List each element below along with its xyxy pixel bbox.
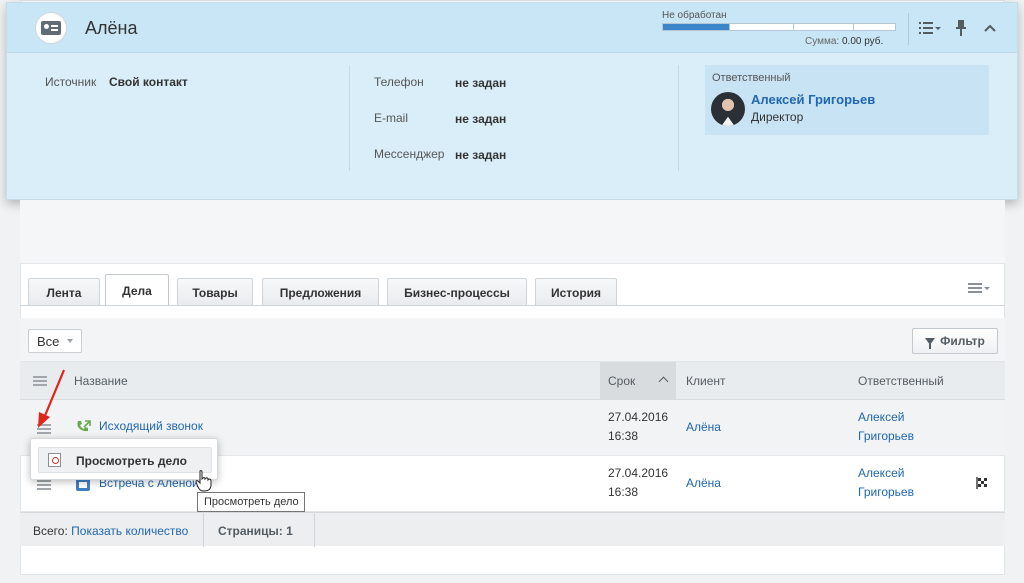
responsible-first-name: Алексей [858, 466, 905, 480]
header-spacer [20, 200, 1005, 264]
column-title[interactable]: Название [74, 374, 128, 388]
deadline-date: 27.04.2016 [608, 410, 669, 424]
chevron-up-icon [984, 24, 996, 32]
tab-business-processes[interactable]: Бизнес-процессы [387, 278, 527, 306]
client-link[interactable]: Алёна [686, 476, 721, 490]
pages-value[interactable]: 1 [286, 524, 293, 538]
phone-outgoing-icon [77, 420, 91, 432]
funnel-icon [925, 337, 936, 349]
list-menu-icon [919, 22, 941, 34]
list-menu-icon [968, 283, 990, 293]
total-count: Всего: Показать количество [33, 524, 188, 538]
show-count-link[interactable]: Показать количество [71, 524, 188, 538]
activity-deadline: 27.04.2016 16:38 [608, 464, 668, 502]
tabs-settings-button[interactable] [968, 282, 992, 296]
menu-item-label: Просмотреть дело [76, 454, 187, 468]
responsible-last-name: Григорьев [858, 485, 914, 499]
tab-activities[interactable]: Дела [105, 274, 169, 306]
list-toolbar: Все Фильтр [20, 318, 1005, 362]
pin-icon [956, 20, 966, 36]
responsible-title: Ответственный [712, 72, 791, 84]
responsible-last-name: Григорьев [858, 429, 914, 443]
header-title-bar: Алёна Не обработан Сумма: 0.00 руб. [7, 3, 1017, 53]
menu-item-view-activity[interactable]: Просмотреть дело [38, 447, 212, 473]
activity-list: Все Фильтр Название Срок Клиент Ответств… [20, 318, 1005, 548]
pin-button[interactable] [950, 18, 972, 38]
complete-flag-icon[interactable] [976, 477, 988, 489]
activity-title-link[interactable]: Исходящий звонок [99, 419, 203, 433]
row-menu-icon[interactable] [37, 480, 51, 490]
responsible-first-name: Алексей [858, 410, 905, 424]
column-deadline[interactable]: Срок [608, 374, 635, 388]
deadline-time: 16:38 [608, 429, 639, 443]
collapse-button[interactable] [979, 18, 1001, 38]
total-label: Всего: [33, 524, 68, 538]
phone-value[interactable]: не задан [455, 76, 506, 90]
tab-quotes[interactable]: Предложения [262, 278, 379, 306]
responsible-name-link[interactable]: Алексей Григорьев [751, 92, 875, 107]
pagination: Страницы: 1 [218, 524, 293, 538]
hand-cursor-icon [195, 470, 212, 492]
screen: Алёна Не обработан Сумма: 0.00 руб. Исто… [0, 0, 1024, 583]
column-responsible[interactable]: Ответственный [858, 374, 944, 388]
source-label: Источник [45, 75, 97, 89]
header-menu-button[interactable] [919, 18, 941, 38]
status-progress-bar[interactable] [662, 23, 896, 31]
contact-card-icon [35, 12, 67, 44]
list-footer: Всего: Показать количество Страницы: 1 [20, 512, 1005, 547]
status-progress-fill [663, 24, 731, 30]
deadline-date: 27.04.2016 [608, 466, 669, 480]
row-context-menu: Просмотреть дело [30, 438, 218, 480]
activity-deadline: 27.04.2016 16:38 [608, 408, 668, 446]
client-link[interactable]: Алёна [686, 420, 721, 434]
email-label: E-mail [374, 111, 409, 125]
chevron-down-icon [67, 339, 73, 343]
pages-label: Страницы: [218, 524, 283, 538]
tab-products[interactable]: Товары [177, 278, 253, 306]
responsible-link[interactable]: Алексей Григорьев [858, 408, 914, 446]
tab-feed[interactable]: Лента [28, 278, 100, 306]
tab-history[interactable]: История [535, 278, 617, 306]
filter-preset-value: Все [37, 334, 60, 349]
tab-baseline [20, 305, 1005, 306]
responsible-card: Ответственный Алексей Григорьев Директор [705, 65, 989, 135]
table-header: Название Срок Клиент Ответственный [20, 362, 1005, 400]
filter-button[interactable]: Фильтр [912, 328, 998, 354]
status-label: Не обработан [662, 10, 727, 21]
entity-title: Алёна [85, 18, 138, 38]
phone-label: Телефон [374, 75, 424, 89]
deadline-time: 16:38 [608, 485, 639, 499]
sum-amount: Сумма: 0.00 руб. [805, 36, 883, 47]
responsible-link[interactable]: Алексей Григорьев [858, 464, 914, 502]
tooltip: Просмотреть дело [197, 492, 305, 512]
source-value: Свой контакт [109, 75, 188, 89]
annotation-arrow [38, 369, 66, 428]
entity-header: Алёна Не обработан Сумма: 0.00 руб. Исто… [6, 2, 1018, 200]
filter-button-label: Фильтр [940, 334, 985, 348]
responsible-avatar[interactable] [711, 92, 745, 126]
messenger-value[interactable]: не задан [455, 148, 506, 162]
sum-label: Сумма: [805, 36, 840, 47]
responsible-role: Директор [751, 110, 804, 124]
email-value[interactable]: не задан [455, 112, 506, 126]
filter-preset-select[interactable]: Все [28, 329, 82, 353]
view-document-icon [48, 453, 61, 467]
column-client[interactable]: Клиент [686, 374, 726, 388]
messenger-label: Мессенджер [374, 147, 445, 161]
sum-value: 0.00 руб. [841, 36, 884, 47]
